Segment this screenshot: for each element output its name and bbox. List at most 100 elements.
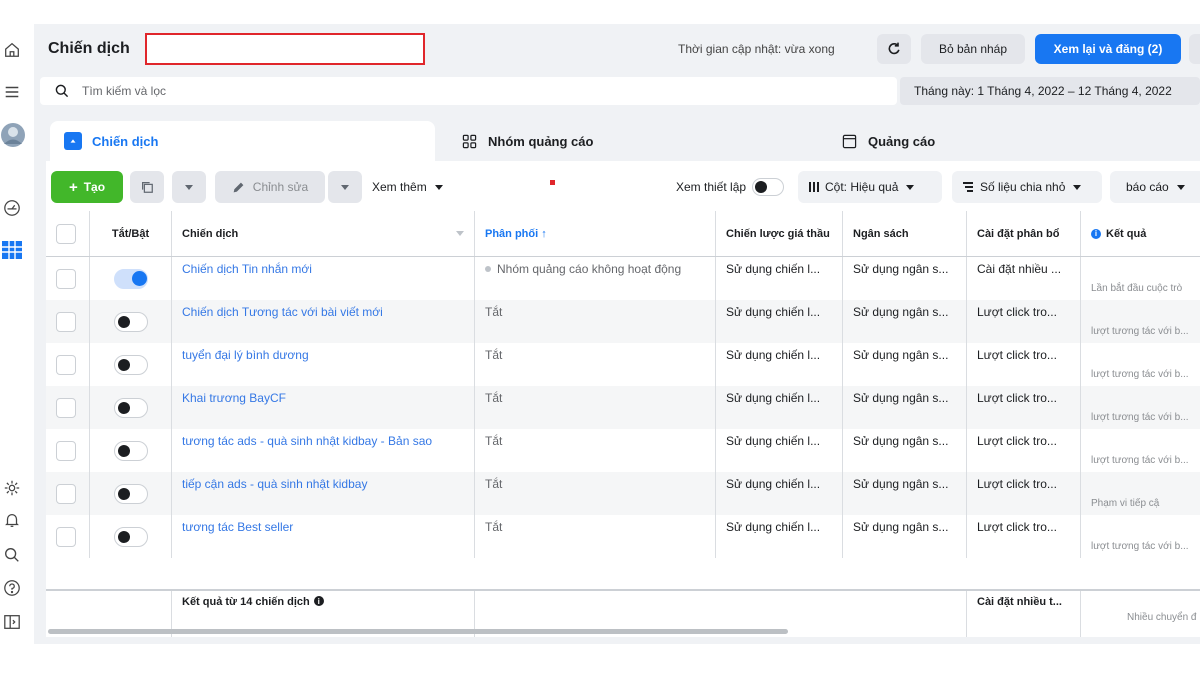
header-delivery[interactable]: Phân phối ↑ [475, 211, 716, 256]
table-row[interactable]: tuyển đại lý bình dương Tắt Sử dụng chiến … [46, 343, 1200, 386]
chevron-down-icon [434, 184, 443, 190]
columns-label: Cột: Hiệu quả [825, 180, 899, 194]
chevron-down-icon [456, 231, 464, 236]
row-select-cell [46, 429, 90, 472]
table-row[interactable]: Khai trương BayCF Tắt Sử dụng chiến l... Sử… [46, 386, 1200, 429]
campaign-toggle[interactable] [113, 311, 148, 332]
header-budget[interactable]: Ngân sách [843, 211, 967, 256]
date-range-picker[interactable]: Tháng này: 1 Tháng 4, 2022 – 12 Tháng 4,… [900, 77, 1200, 105]
table-row[interactable]: Chiến dịch Tương tác với bài viết mới Tắt… [46, 300, 1200, 343]
result-cell: Lần bắt đầu cuộc trò [1081, 257, 1200, 300]
attribution-cell: Lượt click tro... [967, 300, 1081, 343]
row-select-cell [46, 257, 90, 300]
search-filter-bar[interactable]: Tìm kiếm và lọc [40, 77, 897, 105]
menu-icon[interactable] [2, 82, 22, 102]
delivery-status: Nhóm quảng cáo không hoạt động [497, 262, 682, 276]
campaign-toggle[interactable] [113, 268, 148, 289]
header-toggle[interactable]: Tắt/Bật [90, 211, 172, 256]
table-row[interactable]: tương tác Best seller Tắt Sử dụng chiến l.… [46, 515, 1200, 558]
breakdown-button[interactable]: Số liệu chia nhỏ [952, 171, 1102, 203]
row-select-cell [46, 472, 90, 515]
help-icon[interactable] [2, 578, 22, 598]
chevron-down-icon [1073, 184, 1082, 190]
summary-attribution: Cài đặt nhiều t... [967, 591, 1081, 637]
search-icon[interactable] [2, 545, 22, 565]
columns-icon [809, 182, 819, 192]
avatar[interactable] [0, 122, 26, 148]
attribution-cell: Lượt click tro... [967, 515, 1081, 558]
table-row[interactable]: tiếp cận ads - quà sinh nhật kidbay Tắt Sử… [46, 472, 1200, 515]
duplicate-button[interactable] [130, 171, 164, 203]
view-setup-switch[interactable] [752, 178, 785, 196]
duplicate-dropdown-button[interactable] [172, 171, 206, 203]
campaign-name-link[interactable]: Chiến dịch Tin nhắn mới [172, 257, 475, 300]
more-label: Xem thêm [372, 180, 427, 194]
result-cell: lượt tương tác với b... [1081, 429, 1200, 472]
update-time: Thời gian cập nhật: vừa xong [678, 42, 835, 56]
header-results[interactable]: i Kết quả [1081, 211, 1200, 256]
chevron-down-icon [185, 184, 193, 190]
header-campaign[interactable]: Chiến dịch [172, 211, 475, 256]
row-checkbox[interactable] [56, 268, 76, 289]
row-select-cell [46, 300, 90, 343]
settings-icon[interactable] [2, 478, 22, 498]
row-checkbox[interactable] [56, 440, 76, 461]
duplicate-icon [142, 182, 153, 193]
result-cell: lượt tương tác với b... [1081, 300, 1200, 343]
row-checkbox[interactable] [56, 354, 76, 375]
action-bar: + Tạo Chỉnh sửa Xem thêm Xem thiết lập C… [46, 161, 1200, 211]
table-row[interactable]: Chiến dịch Tin nhắn mới Nhóm quảng cáo kh… [46, 257, 1200, 300]
campaign-name-input-highlight[interactable] [145, 33, 425, 65]
refresh-icon [888, 42, 900, 55]
campaign-toggle[interactable] [113, 354, 148, 375]
view-setup-toggle[interactable]: Xem thiết lập [676, 171, 785, 203]
gauge-icon[interactable] [2, 198, 22, 218]
tab-label: Quảng cáo [868, 133, 936, 149]
campaign-toggle[interactable] [113, 483, 148, 504]
home-icon[interactable] [2, 40, 22, 60]
bell-icon[interactable] [2, 510, 22, 530]
horizontal-scrollbar[interactable] [48, 629, 788, 634]
row-checkbox[interactable] [56, 483, 76, 504]
select-all-cell [46, 211, 90, 256]
more-options-button[interactable] [1189, 34, 1200, 64]
campaign-toggle[interactable] [113, 440, 148, 461]
create-button[interactable]: + Tạo [51, 171, 123, 203]
campaign-name-link[interactable]: Chiến dịch Tương tác với bài viết mới [172, 300, 475, 343]
table-row[interactable]: tương tác ads - quà sinh nhật kidbay - B… [46, 429, 1200, 472]
delivery-cell: Tắt [475, 386, 716, 429]
row-checkbox[interactable] [56, 397, 76, 418]
campaign-name-link[interactable]: Khai trương BayCF [172, 386, 475, 429]
discard-draft-button[interactable]: Bỏ bản nháp [921, 34, 1025, 64]
select-all-checkbox[interactable] [56, 223, 76, 244]
table-grid-icon[interactable] [0, 238, 24, 262]
review-publish-button[interactable]: Xem lại và đăng (2) [1035, 34, 1181, 64]
reports-button[interactable]: báo cáo [1110, 171, 1200, 203]
header-attribution[interactable]: Cài đặt phân bổ [967, 211, 1081, 256]
result-type: lượt tương tác với b... [1091, 455, 1189, 466]
tab-ads[interactable]: Quảng cáo [834, 121, 1200, 161]
header-bid-strategy[interactable]: Chiến lược giá thầu [716, 211, 843, 256]
refresh-button[interactable] [877, 34, 911, 64]
columns-button[interactable]: Cột: Hiệu quả [798, 171, 942, 203]
campaign-toggle[interactable] [113, 526, 148, 547]
budget-cell: Sử dụng ngân s... [843, 515, 967, 558]
chevron-down-icon [341, 184, 349, 190]
campaign-toggle[interactable] [113, 397, 148, 418]
bid-strategy-cell: Sử dụng chiến l... [716, 257, 843, 300]
row-checkbox[interactable] [56, 311, 76, 332]
edit-dropdown-button[interactable] [328, 171, 362, 203]
attribution-cell: Lượt click tro... [967, 472, 1081, 515]
more-actions-button[interactable]: Xem thêm [372, 171, 443, 203]
row-checkbox[interactable] [56, 526, 76, 547]
tab-campaigns[interactable]: Chiến dịch [50, 121, 435, 161]
campaign-name-link[interactable]: tương tác ads - quà sinh nhật kidbay - B… [172, 429, 475, 472]
edit-button[interactable]: Chỉnh sửa [215, 171, 325, 203]
panel-toggle-icon[interactable] [2, 612, 22, 632]
campaign-name-link[interactable]: tương tác Best seller [172, 515, 475, 558]
tab-ad-sets[interactable]: Nhóm quảng cáo [454, 121, 826, 161]
bid-strategy-cell: Sử dụng chiến l... [716, 300, 843, 343]
budget-cell: Sử dụng ngân s... [843, 429, 967, 472]
campaign-name-link[interactable]: tuyển đại lý bình dương [172, 343, 475, 386]
campaign-name-link[interactable]: tiếp cận ads - quà sinh nhật kidbay [172, 472, 475, 515]
